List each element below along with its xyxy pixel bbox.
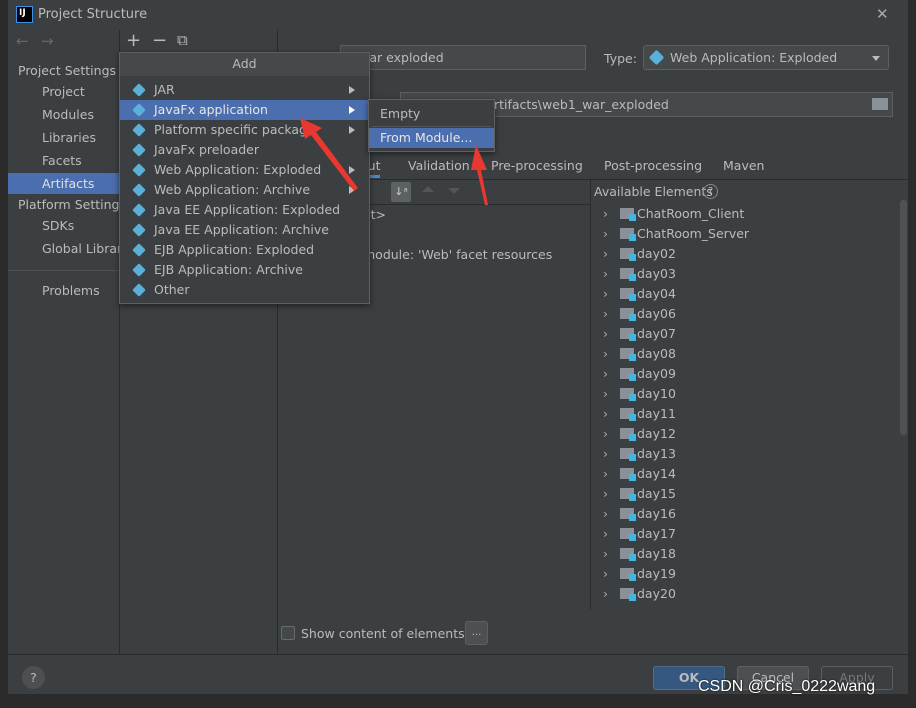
red-arrow-1 bbox=[300, 118, 358, 191]
red-arrow-2 bbox=[471, 145, 488, 205]
annotation-arrows bbox=[300, 118, 488, 205]
watermark: CSDN @Cris_0222wang bbox=[698, 678, 876, 695]
